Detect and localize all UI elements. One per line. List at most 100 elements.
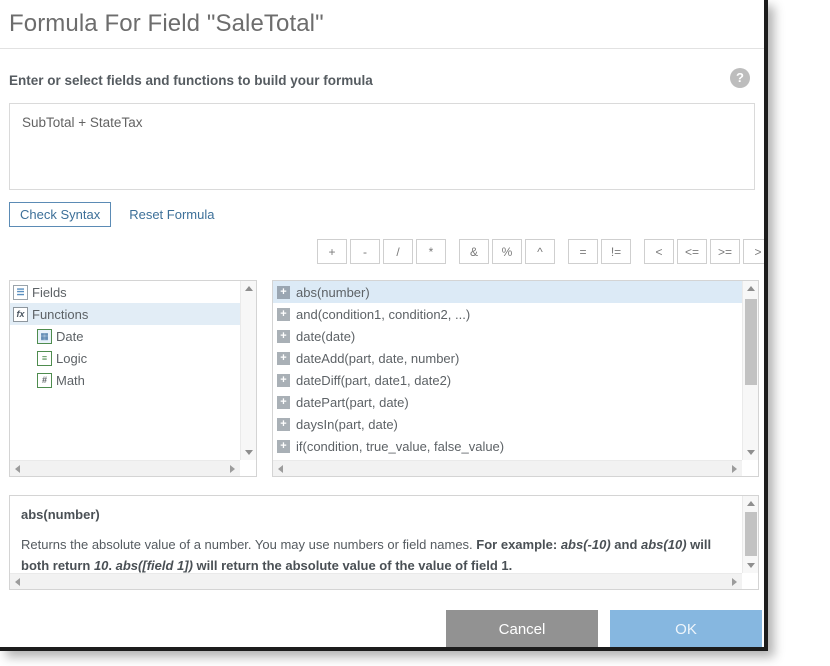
function-list-item[interactable]: + date(date) bbox=[273, 325, 742, 347]
operator-minus[interactable]: - bbox=[350, 239, 380, 264]
tree-horizontal-scrollbar[interactable] bbox=[10, 460, 240, 476]
function-list-item[interactable]: + if(condition, true_value, false_value) bbox=[273, 435, 742, 457]
ok-button[interactable]: OK bbox=[610, 610, 762, 648]
scrollbar-corner bbox=[742, 460, 758, 476]
cancel-button[interactable]: Cancel bbox=[446, 610, 598, 648]
calendar-icon: ▦ bbox=[37, 329, 52, 344]
tree-item-label: Logic bbox=[56, 351, 87, 366]
scroll-left-icon[interactable] bbox=[15, 578, 20, 586]
function-list-item[interactable]: + daysIn(part, date) bbox=[273, 413, 742, 435]
operator-greater-than[interactable]: > bbox=[743, 239, 768, 264]
description-fragment: . bbox=[108, 558, 115, 573]
scroll-up-icon[interactable] bbox=[747, 286, 755, 291]
function-label: date(date) bbox=[296, 329, 355, 344]
tree-item-math[interactable]: # Math bbox=[10, 369, 240, 391]
function-signature: abs(number) bbox=[21, 504, 731, 525]
hash-icon: # bbox=[37, 373, 52, 388]
description-fragment: For example: bbox=[476, 537, 561, 552]
scroll-down-icon[interactable] bbox=[245, 450, 253, 455]
category-tree-panel: ☰Fields fx Functions ▦ Date ≡ Logic # Math bbox=[9, 280, 257, 477]
function-list-item[interactable]: + abs(number) bbox=[273, 281, 742, 303]
description-fragment: and bbox=[611, 537, 641, 552]
scroll-right-icon[interactable] bbox=[230, 465, 235, 473]
selector-panels: ☰Fields fx Functions ▦ Date ≡ Logic # Math + abs(… bbox=[9, 280, 759, 477]
operator-not-equals[interactable]: != bbox=[601, 239, 631, 264]
operator-plus[interactable]: + bbox=[317, 239, 347, 264]
operator-divide[interactable]: / bbox=[383, 239, 413, 264]
scroll-left-icon[interactable] bbox=[15, 465, 20, 473]
scroll-right-icon[interactable] bbox=[732, 465, 737, 473]
expand-plus-icon[interactable]: + bbox=[277, 352, 290, 365]
function-list-item[interactable]: + and(condition1, condition2, ...) bbox=[273, 303, 742, 325]
operator-greater-than-equals[interactable]: >= bbox=[710, 239, 740, 264]
expand-plus-icon[interactable]: + bbox=[277, 396, 290, 409]
operator-percent[interactable]: % bbox=[492, 239, 522, 264]
description-fragment: Returns the absolute value of a number. … bbox=[21, 537, 476, 552]
prompt-row: Enter or select fields and functions to … bbox=[0, 72, 764, 94]
operator-multiply[interactable]: * bbox=[416, 239, 446, 264]
description-fragment: abs(10) bbox=[641, 537, 687, 552]
description-fragment: will return the absolute value of the va… bbox=[193, 558, 512, 573]
description-fragment: abs([field 1]) bbox=[116, 558, 193, 573]
description-vertical-scrollbar[interactable] bbox=[742, 496, 758, 573]
page-title: Formula For Field "SaleTotal" bbox=[0, 10, 324, 38]
function-vertical-scrollbar[interactable] bbox=[742, 281, 758, 460]
formula-dialog: Formula For Field "SaleTotal" Enter or s… bbox=[0, 0, 768, 651]
scroll-up-icon[interactable] bbox=[747, 501, 755, 506]
scroll-right-icon[interactable] bbox=[732, 578, 737, 586]
tree-item-date[interactable]: ▦ Date bbox=[10, 325, 240, 347]
function-list-item[interactable]: +datePart(part, date) bbox=[273, 391, 742, 413]
function-label: abs(number) bbox=[296, 285, 370, 300]
function-label: daysIn(part, date) bbox=[296, 417, 398, 432]
description-horizontal-scrollbar[interactable] bbox=[10, 573, 742, 589]
scroll-up-icon[interactable] bbox=[245, 286, 253, 291]
category-tree-list[interactable]: ☰Fields fx Functions ▦ Date ≡ Logic # Math bbox=[10, 281, 240, 460]
function-label: and(condition1, condition2, ...) bbox=[296, 307, 470, 322]
operator-ampersand[interactable]: & bbox=[459, 239, 489, 264]
help-icon[interactable]: ? bbox=[730, 68, 750, 88]
expand-plus-icon[interactable]: + bbox=[277, 440, 290, 453]
tree-item-logic[interactable]: ≡ Logic bbox=[10, 347, 240, 369]
operator-equals[interactable]: = bbox=[568, 239, 598, 264]
function-description-text: Returns the absolute value of a number. … bbox=[21, 534, 731, 573]
dialog-footer: Cancel OK bbox=[0, 605, 764, 651]
scroll-left-icon[interactable] bbox=[278, 465, 283, 473]
scroll-down-icon[interactable] bbox=[747, 563, 755, 568]
instruction-label: Enter or select fields and functions to … bbox=[9, 73, 373, 88]
formula-input[interactable]: SubTotal + StateTax bbox=[9, 103, 755, 190]
tree-item-label: Functions bbox=[32, 307, 88, 322]
scroll-down-icon[interactable] bbox=[747, 450, 755, 455]
function-description-body: abs(number) Returns the absolute value o… bbox=[10, 496, 742, 573]
function-horizontal-scrollbar[interactable] bbox=[273, 460, 742, 476]
function-list-item[interactable]: +dateDiff(part, date1, date2) bbox=[273, 369, 742, 391]
expand-plus-icon[interactable]: + bbox=[277, 308, 290, 321]
tree-item-label: Math bbox=[56, 373, 85, 388]
formula-actions: Check Syntax Reset Formula bbox=[9, 201, 755, 227]
function-list-panel: + abs(number) + and(condition1, condition2,… bbox=[272, 280, 759, 477]
tree-item-label: Date bbox=[56, 329, 83, 344]
expand-plus-icon[interactable]: + bbox=[277, 286, 290, 299]
reset-formula-link[interactable]: Reset Formula bbox=[129, 207, 214, 222]
dialog-title-bar: Formula For Field "SaleTotal" bbox=[0, 0, 764, 49]
function-label: dateAdd(part, date, number) bbox=[296, 351, 459, 366]
function-label: if(condition, true_value, false_value) bbox=[296, 439, 504, 454]
scrollbar-thumb[interactable] bbox=[745, 299, 757, 385]
function-list[interactable]: + abs(number) + and(condition1, condition2,… bbox=[273, 281, 742, 460]
description-fragment: abs(-10) bbox=[561, 537, 611, 552]
tree-item-functions[interactable]: fx Functions bbox=[10, 303, 240, 325]
scrollbar-thumb[interactable] bbox=[745, 512, 757, 556]
expand-plus-icon[interactable]: + bbox=[277, 374, 290, 387]
tree-item-fields[interactable]: ☰Fields bbox=[10, 281, 240, 303]
expand-plus-icon[interactable]: + bbox=[277, 418, 290, 431]
operator-less-than[interactable]: < bbox=[644, 239, 674, 264]
scrollbar-corner bbox=[742, 573, 758, 589]
expand-plus-icon[interactable]: + bbox=[277, 330, 290, 343]
function-list-item[interactable]: + dateAdd(part, date, number) bbox=[273, 347, 742, 369]
operator-caret[interactable]: ^ bbox=[525, 239, 555, 264]
operator-less-than-equals[interactable]: <= bbox=[677, 239, 707, 264]
checklist-icon: ≡ bbox=[37, 351, 52, 366]
check-syntax-button[interactable]: Check Syntax bbox=[9, 202, 111, 227]
tree-vertical-scrollbar[interactable] bbox=[240, 281, 256, 460]
fx-icon: fx bbox=[13, 307, 28, 322]
scrollbar-corner bbox=[240, 460, 256, 476]
